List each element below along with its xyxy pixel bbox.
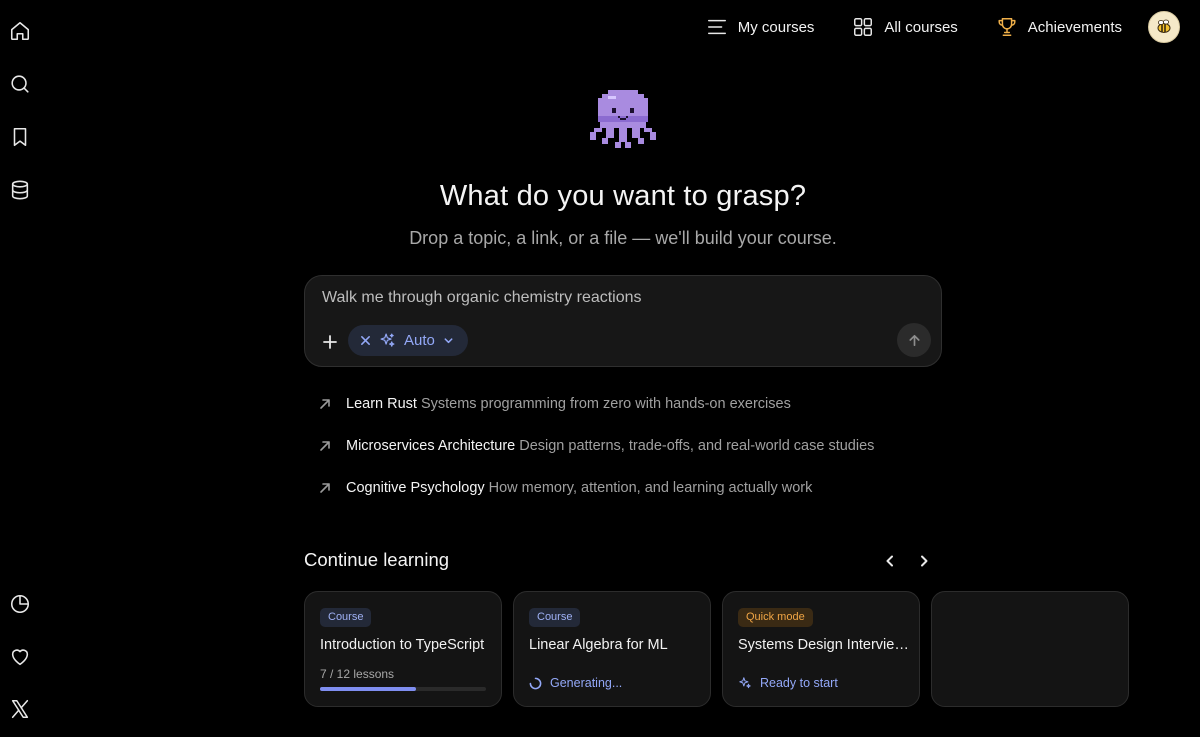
status-label: Generating... (550, 676, 623, 690)
ready-status: Ready to start (738, 676, 838, 690)
suggestion-title: Microservices Architecture (346, 438, 516, 454)
plus-icon (323, 335, 337, 349)
heart-icon[interactable] (8, 645, 32, 669)
quick-mode-badge: Quick mode (738, 608, 813, 627)
page-subtitle: Drop a topic, a link, or a file — we'll … (409, 228, 837, 248)
generating-status: Generating... (529, 676, 622, 690)
course-card[interactable]: Course Introduction to TypeScript 7 / 12… (304, 591, 502, 707)
page-title: What do you want to grasp? (439, 180, 807, 212)
sidebar-rail (0, 0, 40, 737)
chevron-down-icon (444, 338, 453, 344)
close-icon[interactable] (360, 335, 371, 346)
course-badge: Course (529, 608, 581, 627)
spinner-icon (529, 677, 542, 689)
trophy-icon (998, 18, 1016, 36)
lesson-count: 7 / 12 lessons (320, 667, 395, 681)
course-card-partial[interactable] (931, 591, 1129, 707)
x-logo-icon[interactable] (8, 697, 32, 721)
my-courses-link[interactable]: My courses (706, 16, 815, 38)
course-title: Systems Design Interview Prep (738, 637, 910, 653)
suggestion-description: Design patterns, trade-offs, and real-wo… (519, 438, 875, 454)
carousel-pager (880, 550, 934, 572)
mode-selector[interactable]: Auto (348, 325, 468, 356)
suggestion-item[interactable]: Microservices Architecture Design patter… (304, 425, 942, 467)
course-title: Linear Algebra for ML (529, 637, 668, 653)
chevron-right-icon (921, 555, 928, 567)
suggestion-title: Cognitive Psychology (346, 480, 485, 496)
top-navigation: My courses All courses Achievements (668, 10, 1180, 44)
chevron-left-icon (886, 555, 893, 567)
previous-button[interactable] (880, 550, 900, 572)
next-button[interactable] (914, 550, 934, 572)
suggestion-list: Learn Rust Systems programming from zero… (304, 383, 942, 509)
arrow-up-right-icon (320, 483, 330, 493)
topic-input[interactable] (320, 286, 920, 310)
course-badge: Course (320, 608, 372, 627)
sparkle-icon (380, 333, 395, 347)
suggestion-item[interactable]: Cognitive Psychology How memory, attenti… (304, 467, 942, 509)
my-courses-label: My courses (737, 18, 815, 36)
course-card[interactable]: Quick mode Systems Design Interview Prep… (722, 591, 920, 707)
suggestion-description: How memory, attention, and learning actu… (488, 480, 813, 496)
search-icon[interactable] (8, 72, 32, 96)
arrow-up-icon (908, 334, 920, 346)
menu-lines-icon (707, 19, 726, 35)
avatar[interactable] (1148, 11, 1180, 43)
bookmark-icon[interactable] (8, 125, 32, 149)
submit-button[interactable] (897, 323, 931, 357)
grid-icon (854, 18, 873, 36)
mode-label: Auto (404, 332, 435, 349)
home-icon[interactable] (8, 19, 32, 43)
course-carousel: Course Introduction to TypeScript 7 / 12… (304, 591, 1200, 711)
all-courses-link[interactable]: All courses (852, 16, 958, 38)
suggestion-description: Systems programming from zero with hands… (420, 396, 791, 412)
progress-fill (320, 687, 417, 691)
status-label: Ready to start (760, 676, 838, 690)
suggestion-item[interactable]: Learn Rust Systems programming from zero… (304, 383, 942, 425)
arrow-up-right-icon (320, 399, 330, 409)
arrow-up-right-icon (320, 441, 330, 451)
achievements-label: Achievements (1027, 18, 1122, 36)
course-card[interactable]: Course Linear Algebra for ML Generating.… (513, 591, 711, 707)
pie-chart-icon[interactable] (8, 592, 32, 616)
prompt-box: Auto (304, 275, 942, 367)
all-courses-label: All courses (884, 18, 958, 36)
bee-avatar-icon (1157, 19, 1171, 33)
octopus-mascot (588, 88, 658, 158)
add-attachment-button[interactable] (319, 331, 341, 353)
course-title: Introduction to TypeScript (320, 637, 485, 653)
continue-learning-title: Continue learning (304, 549, 450, 570)
sparkle-icon (739, 677, 751, 689)
suggestion-title: Learn Rust (346, 396, 417, 412)
achievements-link[interactable]: Achievements (996, 16, 1122, 38)
progress-bar (320, 687, 486, 691)
